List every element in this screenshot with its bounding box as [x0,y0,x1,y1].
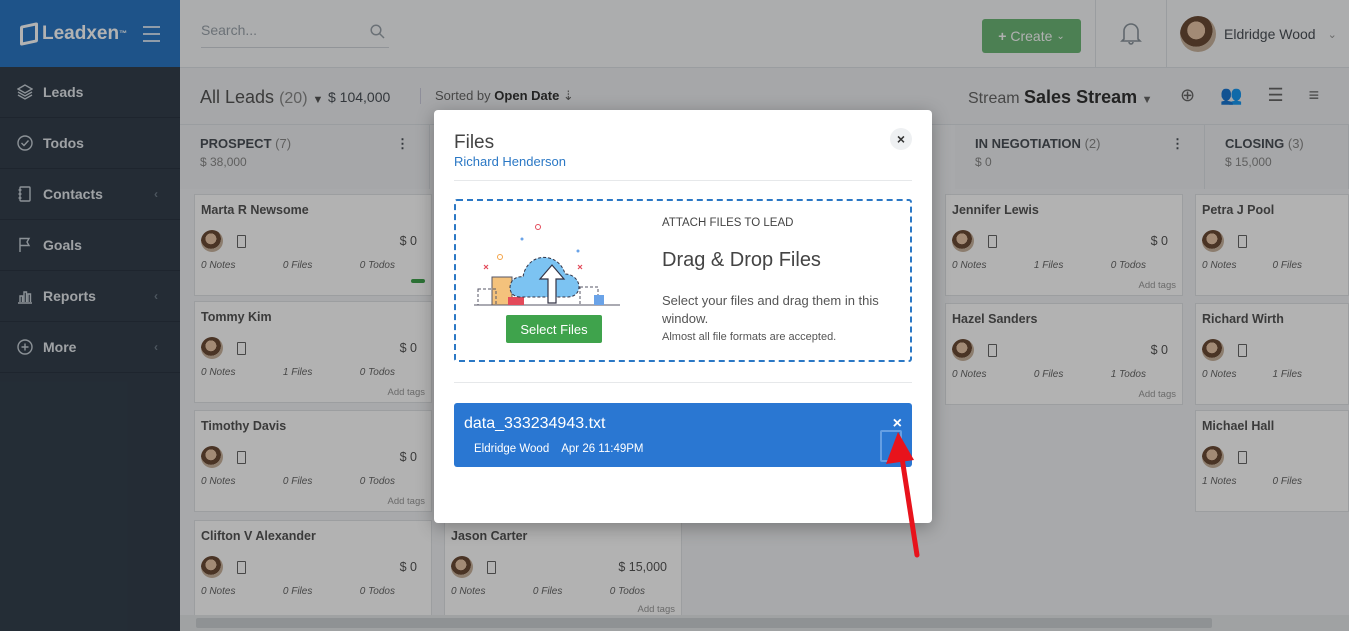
file-uploader: Eldridge Wood [474,443,550,455]
files-modal: Files Richard Henderson × Select Files A… [434,110,932,523]
close-button[interactable]: × [890,128,912,150]
divider [454,382,912,383]
drop-title: Drag & Drop Files [662,249,821,271]
file-date: Apr 26 11:49PM [561,443,644,455]
divider [454,180,912,181]
select-files-button[interactable]: Select Files [506,315,602,343]
drop-description: Select your files and drag them in this … [662,293,879,326]
drop-formats-note: Almost all file formats are accepted. [662,331,837,343]
lead-link[interactable]: Richard Henderson [454,154,566,169]
attached-file-item[interactable]: data_333234943.txt Eldridge Wood Apr 26 1… [454,403,912,467]
cloud-upload-icon [474,224,620,306]
attach-heading: ATTACH FILES TO LEAD [662,217,794,229]
red-arrow-annotation [886,432,920,558]
close-icon: × [896,131,906,147]
file-name[interactable]: data_333234943.txt [464,415,605,433]
modal-title: Files [454,132,495,153]
file-drop-zone[interactable]: Select Files ATTACH FILES TO LEAD Drag &… [454,199,912,362]
